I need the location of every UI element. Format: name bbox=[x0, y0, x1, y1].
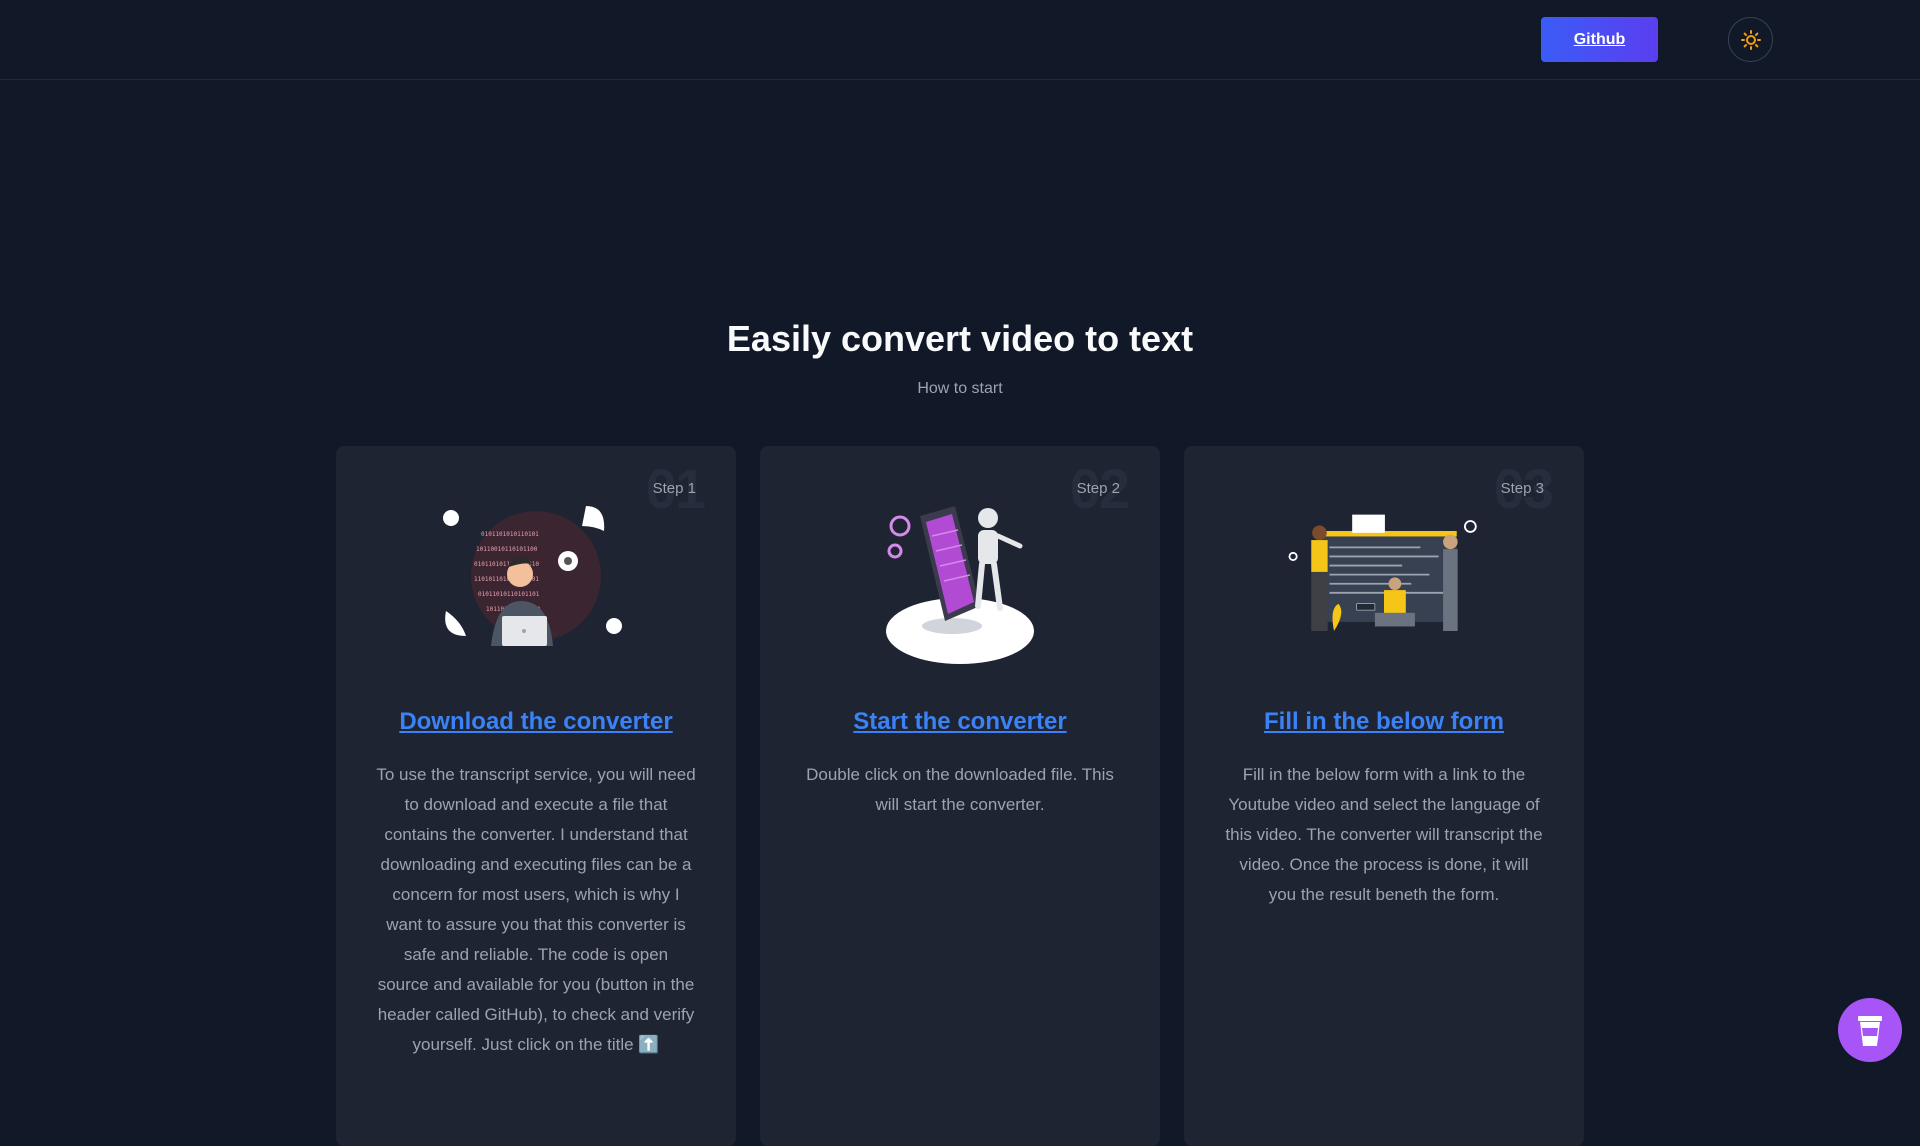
coffee-cup-icon bbox=[1858, 1016, 1882, 1046]
team-coding-illustration bbox=[1288, 514, 1477, 631]
page-title: Easily convert video to text bbox=[726, 318, 1194, 359]
svg-text:10110010110101100: 10110010110101100 bbox=[476, 546, 538, 553]
step-description: Fill in the below form with a link to th… bbox=[1225, 765, 1543, 904]
developer-illustration: 0101101010110101 10110010110101100 01011… bbox=[443, 506, 622, 646]
theme-toggle-button[interactable] bbox=[1728, 17, 1773, 62]
step-title-link[interactable]: Fill in the below form bbox=[1184, 708, 1584, 736]
top-header: Github bbox=[0, 0, 1920, 80]
svg-text:0101101010110101: 0101101010110101 bbox=[481, 531, 539, 538]
svg-text:01011010110101101: 01011010110101101 bbox=[478, 591, 540, 598]
sun-icon bbox=[1740, 29, 1761, 50]
step-card-3: 03 Step 3 Fill in the below form Fill in… bbox=[1184, 446, 1584, 1146]
buy-me-coffee-button[interactable] bbox=[1838, 998, 1902, 1062]
step-title-link[interactable]: Start the converter bbox=[760, 708, 1160, 736]
step-card-1: 01 Step 1 0101101010110101 1011001011010… bbox=[336, 446, 736, 1146]
github-button[interactable]: Github bbox=[1541, 17, 1658, 62]
page-subtitle: How to start bbox=[917, 380, 1003, 397]
step-card-2: 02 Step 2 Start the converter Double cli… bbox=[760, 446, 1160, 1146]
step-title-link[interactable]: Download the converter bbox=[336, 708, 736, 736]
step-description: Double click on the downloaded file. Thi… bbox=[806, 765, 1114, 814]
robot-phone-illustration bbox=[886, 506, 1034, 664]
step-label: Step 1 bbox=[652, 480, 696, 497]
step-description: To use the transcript service, you will … bbox=[376, 765, 696, 1054]
step-label: Step 3 bbox=[1500, 480, 1544, 497]
step-label: Step 2 bbox=[1076, 480, 1120, 497]
